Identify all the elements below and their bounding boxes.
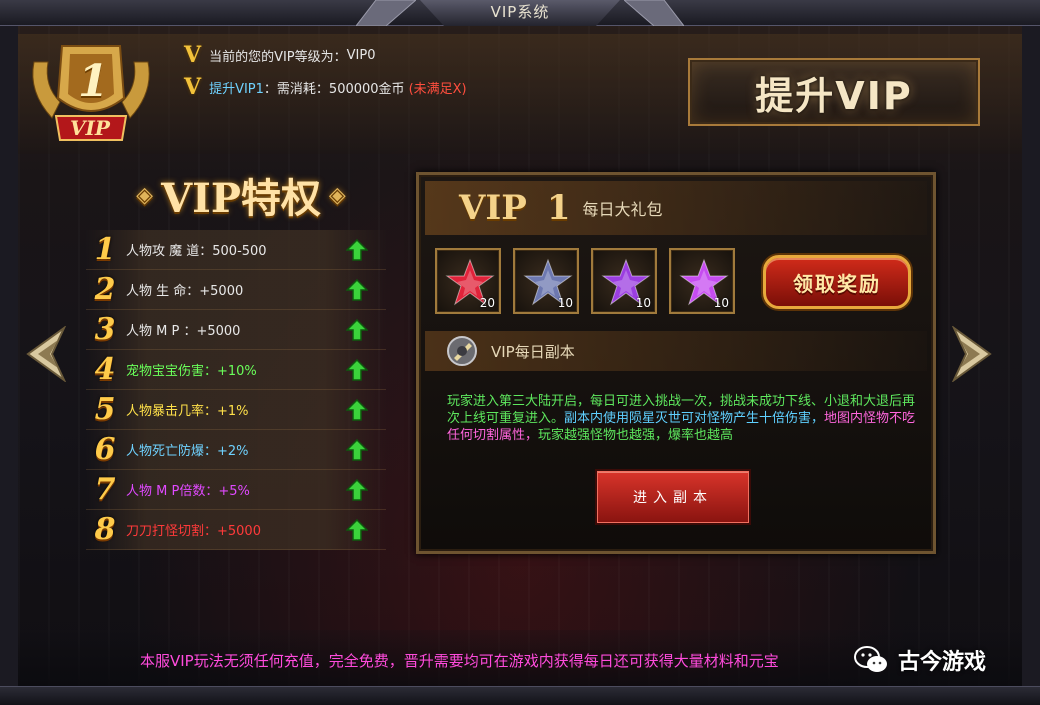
window-title: VIP系统	[420, 0, 620, 26]
requirement-line: V 提升VIP1 ：需消耗：500000金币 (未满足X)	[184, 74, 467, 100]
green-up-arrow-icon	[346, 238, 368, 261]
daily-gift-title: 每日大礼包	[582, 200, 663, 219]
reward-item-slot[interactable]: 20	[435, 248, 501, 314]
reward-item-slot[interactable]: 10	[513, 248, 579, 314]
green-up-arrow-icon	[346, 438, 368, 461]
privilege-row: 7 人物 M P倍数：+5%	[86, 470, 386, 510]
item-count: 20	[479, 296, 495, 310]
reward-item-slot[interactable]: 10	[591, 248, 657, 314]
badge-vip-label: VIP	[70, 116, 110, 140]
dungeon-header: VIP每日副本	[425, 331, 927, 371]
requirement-cost: ：需消耗：500000金币	[263, 81, 405, 97]
reward-item-slot[interactable]: 10	[669, 248, 735, 314]
vip-level-badge: 1 VIP	[26, 32, 156, 154]
privileges-title: ◈ VIP特权 ◈	[100, 168, 382, 222]
vip-reward-panel: VIP 1 每日大礼包 20 10 10 10 领取奖励 VIP每日副本 玩家进入第三…	[416, 172, 936, 554]
current-level-value: VIP0	[346, 47, 376, 63]
privilege-rank: 5	[94, 392, 116, 427]
privilege-rank: 1	[94, 232, 116, 267]
green-up-arrow-icon	[346, 318, 368, 341]
next-page-arrow-icon[interactable]	[950, 326, 994, 382]
privilege-rank: 2	[94, 272, 116, 307]
privilege-text: 宠物宝宝伤害：+10%	[126, 364, 257, 379]
privilege-row: 1 人物攻 魔 道：500-500	[86, 230, 386, 270]
privilege-row: 3 人物 M P ：+5000	[86, 310, 386, 350]
next-level-link[interactable]: 提升VIP1	[209, 78, 264, 97]
privilege-text: 人物 M P倍数：+5%	[126, 484, 250, 499]
wechat-watermark: 古今游戏	[854, 640, 986, 680]
claim-reward-button[interactable]: 领取奖励	[763, 255, 911, 309]
dungeon-description: 玩家进入第三大陆开启，每日可进入挑战一次，挑战未成功下线、小退和大退后再次上线可…	[447, 393, 917, 444]
green-up-arrow-icon	[346, 518, 368, 541]
privilege-rank: 4	[94, 352, 116, 387]
privilege-text: 人物攻 魔 道：500-500	[126, 244, 267, 259]
green-up-arrow-icon	[346, 278, 368, 301]
gift-header: VIP 1 每日大礼包	[425, 181, 927, 235]
privilege-text: 刀刀打怪切割：+5000	[126, 524, 261, 539]
privilege-rank: 6	[94, 432, 116, 467]
upgrade-vip-button[interactable]: 提升VIP	[688, 58, 980, 126]
badge-level-number: 1	[78, 56, 109, 107]
item-count: 10	[635, 296, 651, 310]
privilege-rank: 7	[94, 472, 116, 507]
desc-damage-rule: 副本内使用陨星灭世可对怪物产生十倍伤害，	[564, 411, 825, 426]
dungeon-emblem-icon	[447, 336, 477, 366]
privilege-rank: 8	[94, 512, 116, 547]
footer-note: 本服VIP玩法无须任何充值，完全免费，晋升需要均可在游戏内获得每日还可获得大量材…	[140, 652, 779, 670]
privilege-text: 人物暴击几率：+1%	[126, 404, 249, 419]
watermark-text: 古今游戏	[898, 650, 987, 675]
requirement-status: (未满足X)	[408, 81, 467, 97]
desc-scaling-rule: 玩家越强怪物也越强，爆率也越高	[538, 428, 734, 443]
privilege-row: 2 人物 生 命：+5000	[86, 270, 386, 310]
privilege-row: 5 人物暴击几率：+1%	[86, 390, 386, 430]
v-bullet-icon: V	[184, 42, 202, 68]
prev-page-arrow-icon[interactable]	[24, 326, 68, 382]
dungeon-title: VIP每日副本	[491, 342, 575, 361]
bottom-frame	[0, 686, 1040, 705]
green-up-arrow-icon	[346, 398, 368, 421]
diamond-left-icon: ◈	[136, 182, 154, 208]
enter-dungeon-button[interactable]: 进入副本	[597, 471, 749, 523]
privileges-title-text: VIP特权	[161, 175, 321, 222]
item-count: 10	[557, 296, 573, 310]
privilege-row: 4 宠物宝宝伤害：+10%	[86, 350, 386, 390]
title-bar: VIP系统	[0, 0, 1040, 26]
current-level-label: 当前的您的VIP等级为：	[209, 49, 347, 65]
panel-vip-level: 1	[546, 188, 571, 228]
diamond-right-icon: ◈	[328, 182, 346, 208]
panel-vip-label: VIP	[459, 188, 527, 228]
privilege-text: 人物 生 命：+5000	[126, 284, 244, 299]
privilege-text: 人物 M P ：+5000	[126, 324, 241, 339]
v-bullet-icon: V	[184, 74, 202, 100]
green-up-arrow-icon	[346, 358, 368, 381]
privilege-row: 6 人物死亡防爆：+2%	[86, 430, 386, 470]
privilege-row: 8 刀刀打怪切割：+5000	[86, 510, 386, 550]
green-up-arrow-icon	[346, 478, 368, 501]
privilege-text: 人物死亡防爆：+2%	[126, 444, 249, 459]
privileges-list: 1 人物攻 魔 道：500-500 2 人物 生 命：+5000 3 人物 M P ：+5…	[86, 230, 386, 550]
wechat-icon	[854, 646, 887, 672]
privilege-rank: 3	[94, 312, 116, 347]
right-ornament-icon	[624, 0, 684, 26]
item-count: 10	[713, 296, 729, 310]
left-ornament-icon	[356, 0, 416, 26]
current-level-line: V 当前的您的VIP等级为： VIP0	[184, 42, 376, 68]
